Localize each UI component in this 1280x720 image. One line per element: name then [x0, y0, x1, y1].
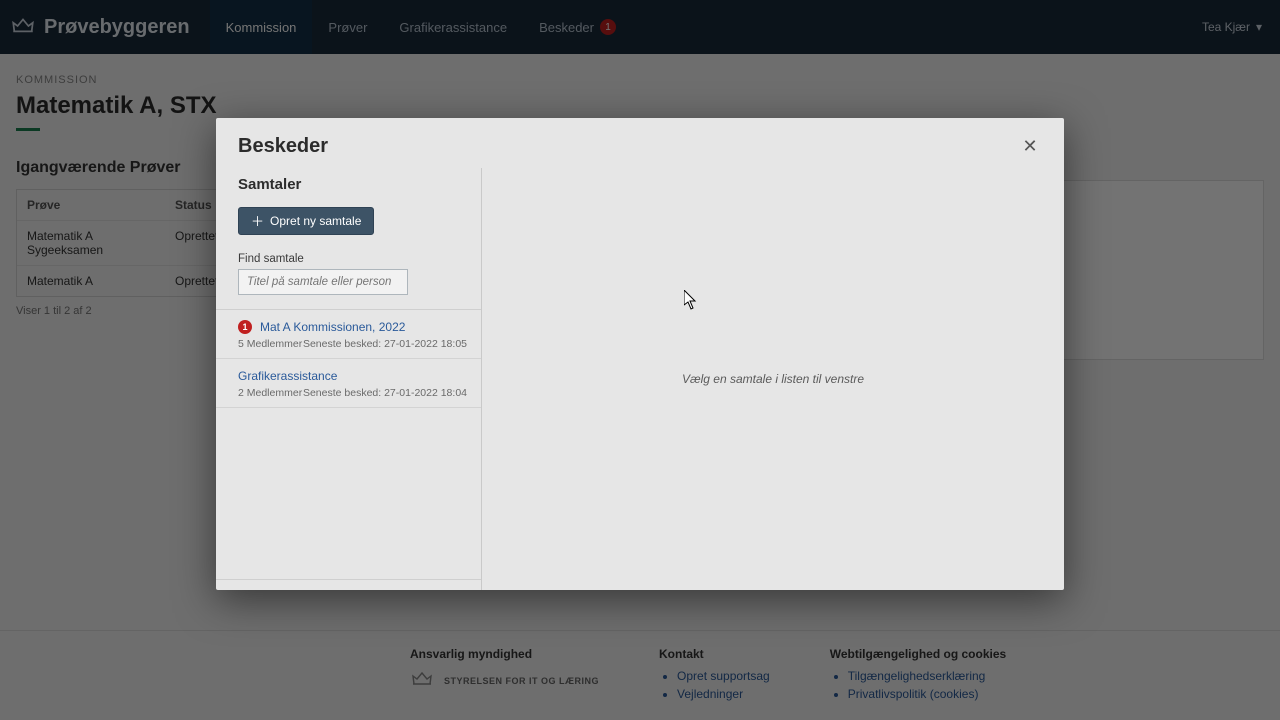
conversation-members: 2 Medlemmer	[238, 387, 302, 399]
new-conversation-button[interactable]: ＋ Opret ny samtale	[238, 207, 374, 235]
find-conversation-input[interactable]	[238, 269, 408, 295]
conversation-members: 5 Medlemmer	[238, 338, 302, 350]
find-label: Find samtale	[238, 253, 467, 265]
conversation-title: Grafikerassistance	[238, 369, 337, 383]
modal-title: Beskeder	[238, 135, 1018, 158]
conversation-item[interactable]: 1 Mat A Kommissionen, 2022 5 Medlemmer S…	[216, 310, 481, 359]
close-icon: ✕	[1022, 136, 1037, 157]
modal-body: Samtaler ＋ Opret ny samtale Find samtale…	[216, 168, 1064, 590]
conversation-main: Vælg en samtale i listen til venstre	[482, 168, 1064, 590]
close-button[interactable]: ✕	[1018, 134, 1042, 158]
conversation-latest: Seneste besked: 27-01-2022 18:04	[303, 387, 467, 399]
modal-overlay[interactable]: Beskeder ✕ Samtaler ＋ Opret ny samtale F…	[0, 0, 1280, 720]
plus-icon: ＋	[251, 215, 264, 228]
unread-badge: 1	[238, 320, 252, 334]
conversation-title: Mat A Kommissionen, 2022	[260, 320, 405, 334]
sidebar-heading: Samtaler	[238, 176, 467, 193]
beskeder-modal: Beskeder ✕ Samtaler ＋ Opret ny samtale F…	[216, 118, 1064, 590]
conversation-item[interactable]: Grafikerassistance 2 Medlemmer Seneste b…	[216, 359, 481, 408]
divider	[216, 579, 481, 580]
conversation-sidebar: Samtaler ＋ Opret ny samtale Find samtale…	[216, 168, 482, 590]
conversation-latest: Seneste besked: 27-01-2022 18:05	[303, 338, 467, 350]
modal-header: Beskeder ✕	[216, 118, 1064, 168]
empty-state-text: Vælg en samtale i listen til venstre	[682, 372, 864, 386]
button-label: Opret ny samtale	[270, 214, 361, 228]
